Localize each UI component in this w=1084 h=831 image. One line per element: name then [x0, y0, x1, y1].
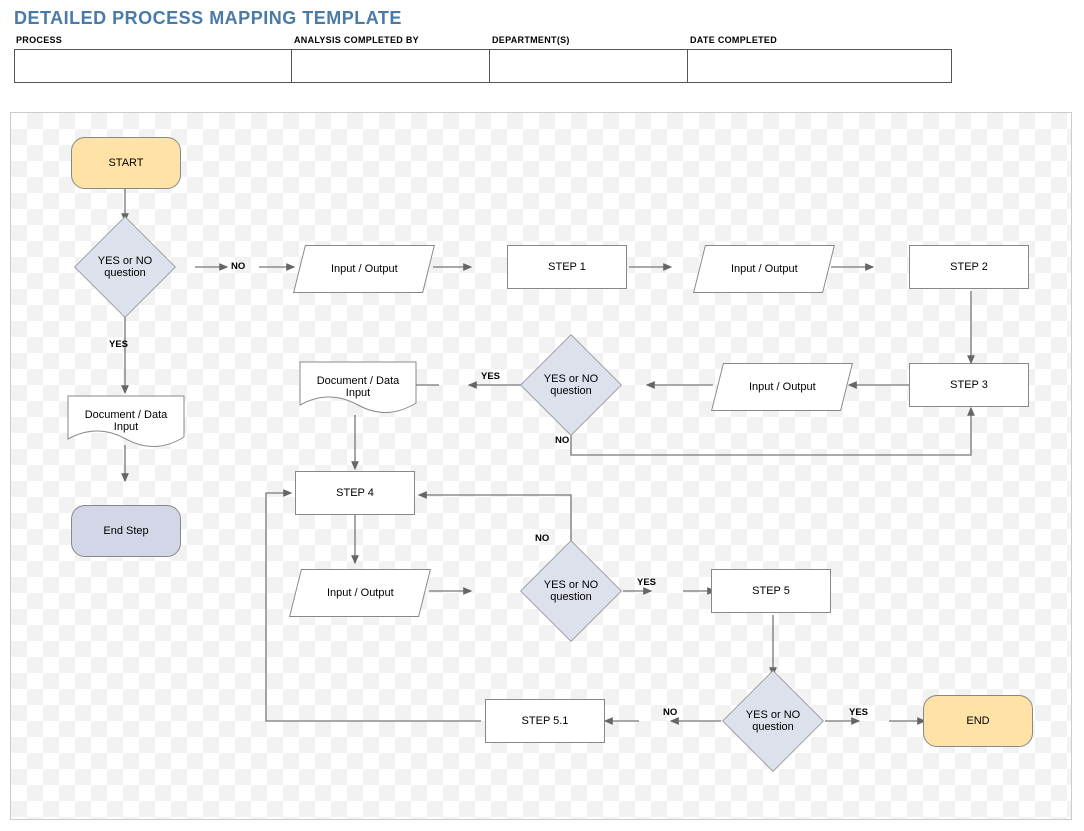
start-node: START: [71, 137, 181, 189]
header-label: ANALYSIS COMPLETED BY: [292, 33, 490, 49]
label-yes-1: YES: [109, 339, 128, 350]
header-label: DATE COMPLETED: [688, 33, 952, 49]
decision-q2: YES or NO question: [521, 335, 621, 435]
header-cell[interactable]: [14, 49, 292, 83]
header-cell[interactable]: [291, 49, 490, 83]
page-title: DETAILED PROCESS MAPPING TEMPLATE: [0, 0, 1084, 33]
flowchart-canvas: START YES or NO question YES NO Document…: [10, 112, 1072, 820]
step-3: STEP 3: [909, 363, 1029, 407]
label-yes-3: YES: [637, 577, 656, 588]
io-3: Input / Output: [711, 363, 853, 411]
step-2: STEP 2: [909, 245, 1029, 289]
label-no-4: NO: [663, 707, 677, 718]
io-4: Input / Output: [289, 569, 431, 617]
end-step-node: End Step: [71, 505, 181, 557]
step-4: STEP 4: [295, 471, 415, 515]
end-node: END: [923, 695, 1033, 747]
header-row: PROCESSANALYSIS COMPLETED BYDEPARTMENT(S…: [0, 33, 1084, 83]
doc-input-2: Document / Data Input: [299, 361, 417, 413]
decision-q3: YES or NO question: [521, 541, 621, 641]
step-5-1: STEP 5.1: [485, 699, 605, 743]
page: DETAILED PROCESS MAPPING TEMPLATE PROCES…: [0, 0, 1084, 831]
header-cell[interactable]: [489, 49, 688, 83]
header-cell[interactable]: [687, 49, 952, 83]
label-no-1: NO: [231, 261, 245, 272]
label-no-2: NO: [555, 435, 569, 446]
doc-input-1: Document / Data Input: [67, 395, 185, 447]
header-label: DEPARTMENT(S): [490, 33, 688, 49]
decision-q4: YES or NO question: [723, 671, 823, 771]
io-2: Input / Output: [693, 245, 835, 293]
label-yes-4: YES: [849, 707, 868, 718]
label-yes-2: YES: [481, 371, 500, 382]
header-label: PROCESS: [14, 33, 292, 49]
decision-q1: YES or NO question: [75, 217, 175, 317]
step-5: STEP 5: [711, 569, 831, 613]
label-no-3: NO: [535, 533, 549, 544]
step-1: STEP 1: [507, 245, 627, 289]
io-1: Input / Output: [293, 245, 435, 293]
